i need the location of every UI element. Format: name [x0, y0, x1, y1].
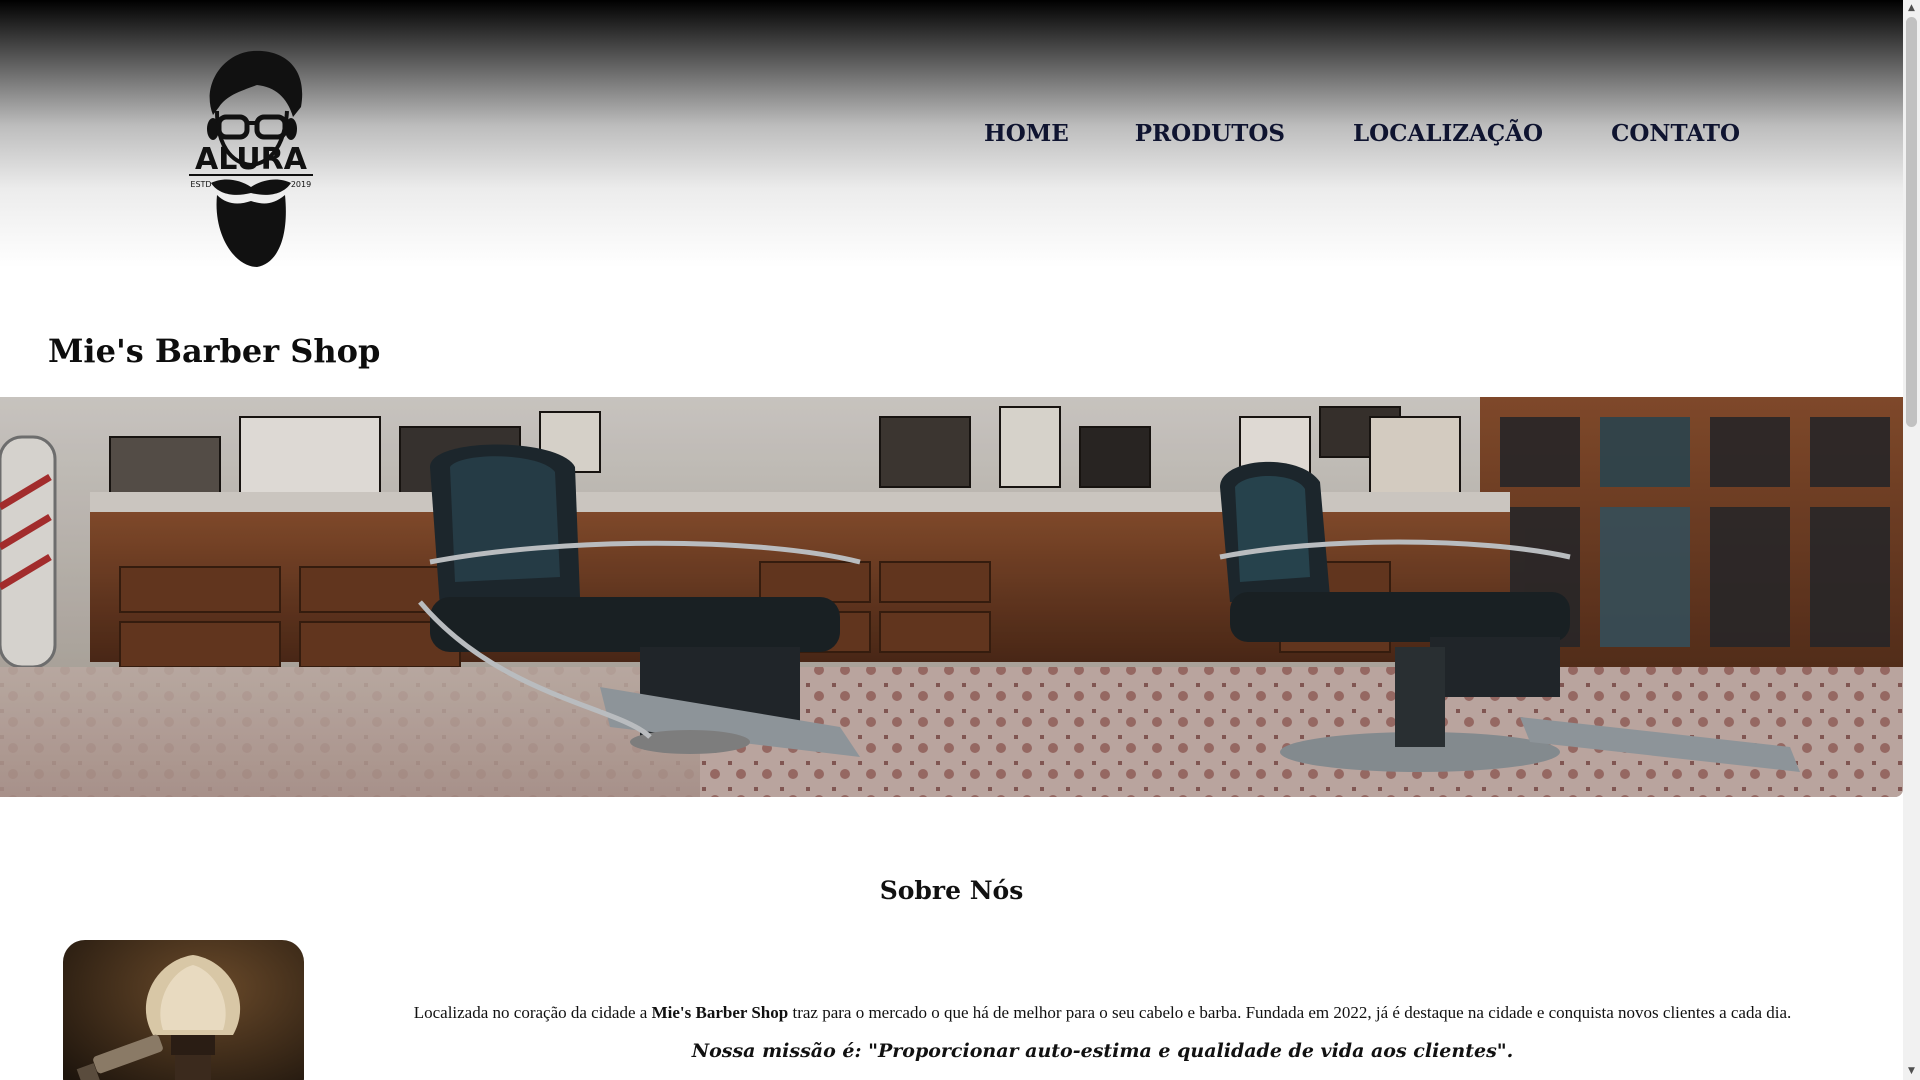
about-text-after: traz para o mercado o que há de melhor p… — [788, 1003, 1792, 1022]
scrollbar-thumb[interactable] — [1906, 17, 1917, 427]
scroll-down-arrow-icon[interactable]: ▼ — [1903, 1063, 1920, 1080]
page-viewport: ALURA ESTD 2019 HOME PRODUTOS LOCALIZAÇÃ… — [0, 0, 1903, 1080]
shaving-brush-image — [63, 940, 304, 1080]
logo-text: ALURA — [195, 142, 308, 177]
scroll-up-arrow-icon[interactable]: ▲ — [1903, 0, 1920, 17]
nav-localizacao-link[interactable]: LOCALIZAÇÃO — [1353, 120, 1543, 147]
nav-contato-link[interactable]: CONTATO — [1611, 120, 1740, 147]
alura-logo[interactable]: ALURA ESTD 2019 — [183, 45, 319, 270]
main-nav: HOME PRODUTOS LOCALIZAÇÃO CONTATO — [984, 120, 1740, 147]
logo-year: 2019 — [291, 180, 311, 189]
about-shop-name: Mie's Barber Shop — [651, 1003, 789, 1022]
page-title: Mie's Barber Shop — [48, 332, 381, 370]
about-text-before: Localizada no coração da cidade a — [413, 1003, 652, 1022]
about-description: Localizada no coração da cidade a Mie's … — [370, 1003, 1835, 1023]
vertical-scrollbar[interactable]: ▲ ▼ — [1903, 0, 1920, 1080]
about-heading: Sobre Nós — [879, 876, 1024, 905]
nav-home-link[interactable]: HOME — [984, 120, 1069, 147]
barbershop-banner-image — [0, 397, 1903, 797]
logo-estd: ESTD — [190, 180, 211, 189]
mission-statement: Nossa missão é: "Proporcionar auto-estim… — [691, 1040, 1514, 1062]
site-header: ALURA ESTD 2019 HOME PRODUTOS LOCALIZAÇÃ… — [0, 0, 1903, 315]
nav-produtos-link[interactable]: PRODUTOS — [1135, 120, 1285, 147]
